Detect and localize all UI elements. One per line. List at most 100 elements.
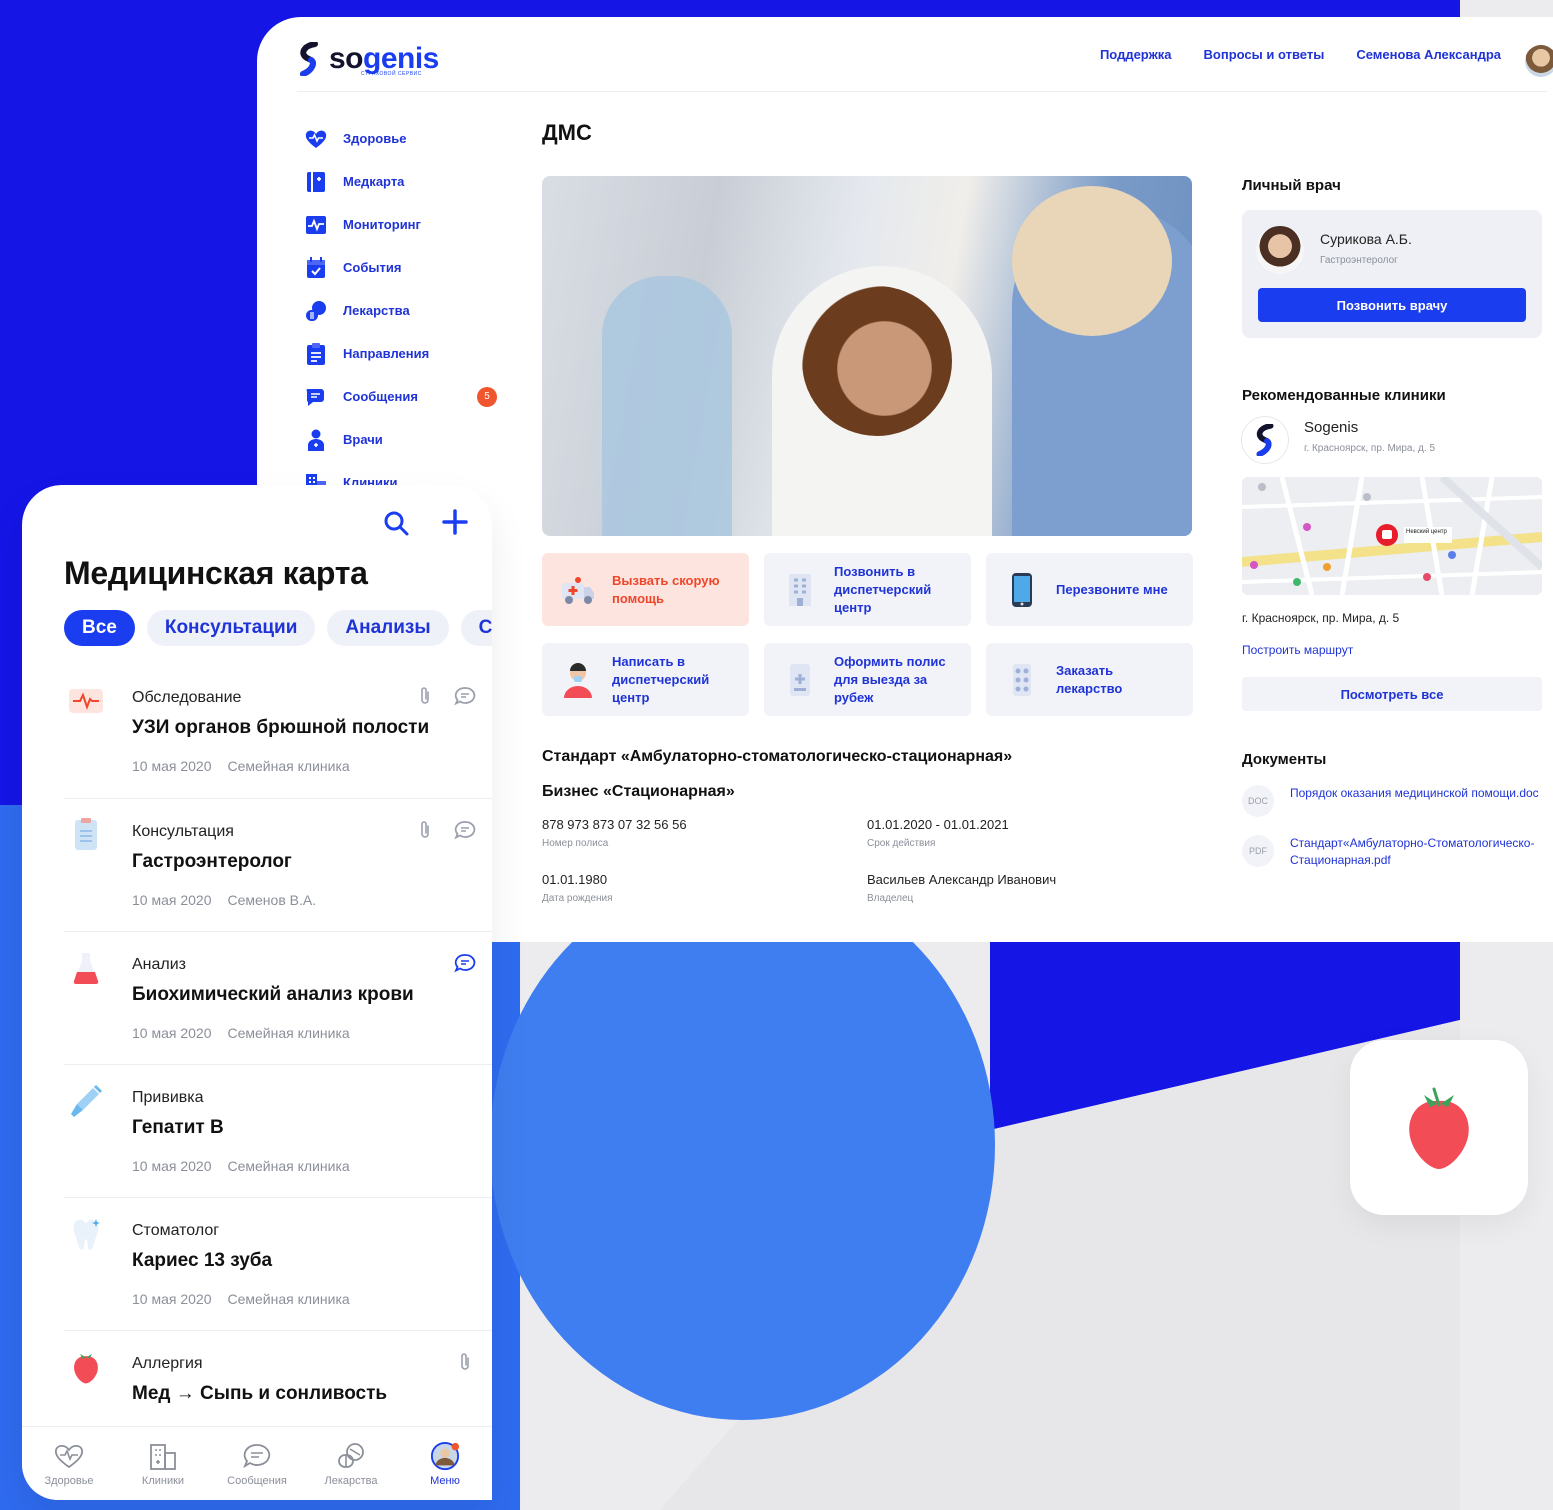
hero-doctor-head: [802, 286, 952, 436]
policy-subtitle: Бизнес «Стационарная»: [542, 783, 735, 800]
policy-number-field: 878 973 873 07 32 56 56 Номер полиса: [542, 817, 687, 849]
policy-owner-label: Владелец: [867, 893, 914, 904]
page-title: ДМС: [542, 120, 592, 145]
sidebar-item-3[interactable]: Мониторинг: [305, 203, 505, 246]
document-link[interactable]: Порядок оказания медицинской помощи.doc: [1290, 785, 1540, 817]
doc-file-icon: DOC: [1242, 785, 1274, 817]
action-label: Перезвоните мне: [1056, 581, 1168, 597]
record-name: Кариес 13 зуба: [132, 1250, 273, 1271]
sidebar-item-2[interactable]: Медкарта: [305, 160, 505, 203]
action-operator-button[interactable]: Написать в диспетчерский центр: [542, 643, 749, 716]
record-place: Семейная клиника: [227, 1158, 350, 1174]
record-date: 10 мая 2020: [132, 892, 212, 908]
record-name: УЗИ органов брюшной полости: [132, 717, 430, 738]
policy-birth: 01.01.1980: [542, 872, 608, 887]
sidebar-item-7[interactable]: Сообщения 5: [305, 375, 505, 418]
list-item[interactable]: Анализ Биохимический анализ крови 10 мая …: [64, 931, 492, 1064]
build-route-link[interactable]: Построить маршрут: [1242, 643, 1353, 657]
policy-birth-field: 01.01.1980 Дата рождения: [542, 872, 613, 904]
list-item[interactable]: Стоматолог Кариес 13 зуба 10 мая 2020 Семе…: [64, 1197, 492, 1330]
sidebar-item-5[interactable]: Лекарства: [305, 289, 505, 332]
personal-doctor-heading: Личный врач: [1242, 177, 1341, 194]
attachment-icon[interactable]: [414, 685, 436, 707]
user-avatar[interactable]: [1525, 45, 1553, 77]
bottom-nav-item-5[interactable]: Меню: [398, 1427, 492, 1500]
action-medicine-button[interactable]: Заказать лекарство: [986, 643, 1193, 716]
quick-actions: Вызвать скорую помощь Позвонить в диспет…: [542, 553, 1194, 716]
action-passport-button[interactable]: Оформить полис для выезда за рубеж: [764, 643, 971, 716]
action-ambulance-button[interactable]: Вызвать скорую помощь: [542, 553, 749, 626]
attachment-icon[interactable]: [454, 1351, 476, 1373]
record-type: Анализ: [132, 956, 187, 973]
see-all-clinics-button[interactable]: Посмотреть все: [1242, 677, 1542, 711]
tab-3[interactable]: Анализы: [327, 610, 449, 646]
list-item[interactable]: Консультация Гастроэнтеролог 10 мая 2020 С…: [64, 798, 492, 931]
top-bar: sogenis СТРАХОВОЙ СЕРВИС Поддержка Вопро…: [297, 17, 1553, 92]
recommended-clinics-heading: Рекомендованные клиники: [1242, 387, 1446, 404]
list-item[interactable]: Прививка Гепатит В 10 мая 2020 Семейная кл…: [64, 1064, 492, 1197]
unread-badge: 5: [477, 386, 497, 407]
comment-icon[interactable]: [454, 685, 476, 707]
add-icon[interactable]: [440, 507, 470, 537]
background-circle: [490, 870, 995, 1420]
map-pin-label: Невский центр: [1406, 529, 1447, 535]
bottom-nav-label: Здоровье: [44, 1474, 94, 1487]
bottom-nav-item-2[interactable]: Клиники: [116, 1427, 210, 1500]
sidebar-item-label: Медкарта: [343, 174, 405, 189]
nav-support-link[interactable]: Поддержка: [1100, 47, 1172, 62]
sidebar-item-4[interactable]: События: [305, 246, 505, 289]
policy-owner-field: Васильев Александр Иванович Владелец: [867, 872, 1056, 904]
document-item[interactable]: PDF Стандарт«Амбулаторно-Стоматологическ…: [1242, 835, 1540, 869]
heart-icon: [305, 128, 327, 150]
pills-icon: [305, 300, 327, 322]
bottom-nav-item-3[interactable]: Сообщения: [210, 1427, 304, 1500]
record-name: Гепатит В: [132, 1117, 224, 1138]
call-doctor-button[interactable]: Позвонить врачу: [1258, 288, 1526, 322]
attachment-icon[interactable]: [414, 819, 436, 841]
bottom-nav-item-1[interactable]: Здоровье: [22, 1427, 116, 1500]
search-icon[interactable]: [382, 509, 410, 537]
tab-4[interactable]: С: [460, 610, 492, 646]
document-link[interactable]: Стандарт«Амбулаторно-Стоматологическо-Ст…: [1290, 835, 1540, 869]
ambulance-icon: [560, 572, 596, 608]
tab-2[interactable]: Консультации: [146, 610, 316, 646]
record-meta: 10 мая 2020 Семенов В.А.: [132, 892, 316, 908]
bottom-nav-label: Лекарства: [324, 1474, 378, 1487]
record-date: 10 мая 2020: [132, 1291, 212, 1307]
heart-outline-icon: [54, 1441, 84, 1471]
record-date: 10 мая 2020: [132, 1025, 212, 1041]
user-name-link[interactable]: Семенова Александра: [1356, 47, 1501, 62]
record-place: Семенов В.А.: [227, 892, 317, 908]
clinic-map[interactable]: Невский центр: [1242, 477, 1542, 595]
sidebar-item-label: Врачи: [343, 432, 383, 447]
chat-icon: [305, 386, 327, 408]
logo-subtitle: СТРАХОВОЙ СЕРВИС: [361, 71, 422, 77]
phone-icon: [1004, 572, 1040, 608]
doctor-name: Сурикова А.Б.: [1320, 231, 1412, 247]
bottom-nav-item-4[interactable]: Лекарства: [304, 1427, 398, 1500]
record-meta: 10 мая 2020 Семейная клиника: [132, 1158, 350, 1174]
clinic-logo: [1242, 417, 1288, 463]
policy-number: 878 973 873 07 32 56 56: [542, 817, 687, 832]
nav-faq-link[interactable]: Вопросы и ответы: [1204, 47, 1325, 62]
sidebar-item-1[interactable]: Здоровье: [305, 117, 505, 160]
comment-icon[interactable]: [454, 952, 476, 974]
tab-1[interactable]: Все: [64, 610, 135, 646]
policy-owner: Васильев Александр Иванович: [867, 872, 1057, 887]
documents-heading: Документы: [1242, 751, 1327, 768]
sidebar-item-8[interactable]: Врачи: [305, 418, 505, 461]
clinic-name[interactable]: Sogenis: [1304, 419, 1358, 436]
medcard-icon: [305, 171, 327, 193]
policy-period: 01.01.2020 - 01.01.2021: [867, 817, 1009, 832]
action-building-button[interactable]: Позвонить в диспетчерский центр: [764, 553, 971, 626]
document-item[interactable]: DOC Порядок оказания медицинской помощи.…: [1242, 785, 1540, 817]
action-phone-button[interactable]: Перезвоните мне: [986, 553, 1193, 626]
list-item[interactable]: Обследование УЗИ органов брюшной полости…: [64, 665, 492, 798]
ecg-icon: [68, 683, 104, 719]
record-name: Гастроэнтеролог: [132, 851, 292, 872]
sidebar-item-6[interactable]: Направления: [305, 332, 505, 375]
sidebar-item-label: Мониторинг: [343, 217, 421, 232]
comment-icon[interactable]: [454, 819, 476, 841]
record-list: Обследование УЗИ органов брюшной полости…: [64, 665, 492, 1463]
policy-period-field: 01.01.2020 - 01.01.2021 Срок действия: [867, 817, 1009, 849]
